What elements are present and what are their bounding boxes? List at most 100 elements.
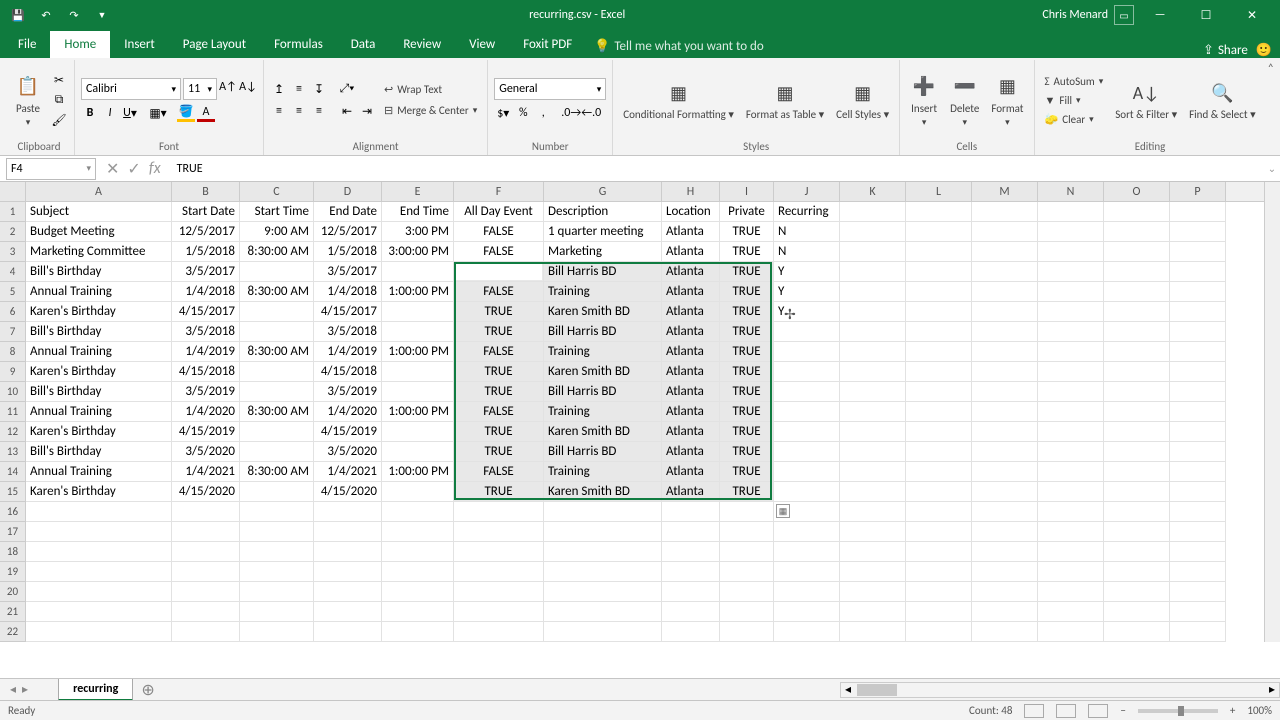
cell[interactable] bbox=[314, 602, 382, 622]
cell[interactable]: Subject bbox=[26, 202, 172, 222]
cell[interactable]: 1/4/2021 bbox=[314, 462, 382, 482]
cell[interactable]: TRUE bbox=[454, 262, 544, 282]
cell[interactable]: 8:30:00 AM bbox=[240, 282, 314, 302]
bold-icon[interactable]: B bbox=[81, 104, 99, 122]
collapse-ribbon-icon[interactable]: ˄ bbox=[1268, 62, 1274, 76]
row-head[interactable]: 5 bbox=[0, 282, 26, 302]
merge-center-button[interactable]: ⊟ Merge & Center ▾ bbox=[380, 102, 481, 119]
cell[interactable]: Atlanta bbox=[662, 482, 720, 502]
cell[interactable] bbox=[172, 502, 240, 522]
cancel-formula-icon[interactable]: ✕ bbox=[106, 159, 119, 179]
tell-me[interactable]: 💡 Tell me what you want to do bbox=[586, 35, 772, 58]
cell[interactable] bbox=[1170, 342, 1226, 362]
cell[interactable] bbox=[1038, 242, 1104, 262]
worksheet-grid[interactable]: ABCDEFGHIJKLMNOP 1SubjectStart DateStart… bbox=[0, 182, 1280, 682]
cell[interactable]: Description bbox=[544, 202, 662, 222]
tab-insert[interactable]: Insert bbox=[110, 31, 169, 58]
cell[interactable] bbox=[544, 562, 662, 582]
cell[interactable]: 8:30:00 AM bbox=[240, 402, 314, 422]
cell[interactable] bbox=[774, 382, 840, 402]
cell[interactable] bbox=[382, 502, 454, 522]
cell[interactable] bbox=[382, 382, 454, 402]
cell[interactable]: 1/4/2020 bbox=[314, 402, 382, 422]
align-top-icon[interactable]: ↥ bbox=[270, 80, 288, 98]
cell[interactable] bbox=[240, 302, 314, 322]
tab-review[interactable]: Review bbox=[389, 31, 455, 58]
cell[interactable] bbox=[1038, 502, 1104, 522]
expand-formula-bar-icon[interactable]: ⌄ bbox=[1264, 162, 1280, 175]
decrease-decimal-icon[interactable]: ←.0 bbox=[582, 104, 600, 122]
cell[interactable]: Atlanta bbox=[662, 402, 720, 422]
cell[interactable] bbox=[774, 562, 840, 582]
col-head-A[interactable]: A bbox=[26, 182, 172, 201]
cell[interactable] bbox=[906, 582, 972, 602]
cell[interactable]: 1/4/2020 bbox=[172, 402, 240, 422]
horizontal-scrollbar[interactable]: ◂▸ bbox=[840, 682, 1280, 698]
cell[interactable]: FALSE bbox=[454, 402, 544, 422]
cell[interactable]: TRUE bbox=[720, 342, 774, 362]
cell[interactable]: Bill's Birthday bbox=[26, 382, 172, 402]
cell[interactable] bbox=[454, 602, 544, 622]
cell[interactable]: Marketing bbox=[544, 242, 662, 262]
cell[interactable] bbox=[382, 622, 454, 642]
col-head-D[interactable]: D bbox=[314, 182, 382, 201]
decrease-indent-icon[interactable]: ⇤ bbox=[338, 102, 356, 120]
cell[interactable] bbox=[172, 602, 240, 622]
cell[interactable] bbox=[840, 362, 906, 382]
cell[interactable]: Karen's Birthday bbox=[26, 302, 172, 322]
cell[interactable]: TRUE bbox=[454, 422, 544, 442]
cell[interactable]: Karen's Birthday bbox=[26, 362, 172, 382]
cell[interactable]: TRUE bbox=[720, 282, 774, 302]
cell[interactable] bbox=[972, 442, 1038, 462]
cell[interactable] bbox=[840, 202, 906, 222]
cell[interactable] bbox=[906, 502, 972, 522]
cell[interactable] bbox=[1104, 602, 1170, 622]
cell[interactable] bbox=[720, 502, 774, 522]
cell[interactable] bbox=[1038, 322, 1104, 342]
cell[interactable] bbox=[382, 422, 454, 442]
cell[interactable] bbox=[774, 322, 840, 342]
cell[interactable]: 4/15/2017 bbox=[314, 302, 382, 322]
cell[interactable]: TRUE bbox=[454, 362, 544, 382]
cell[interactable]: TRUE bbox=[720, 382, 774, 402]
cell[interactable] bbox=[172, 522, 240, 542]
cell[interactable] bbox=[774, 482, 840, 502]
sheet-last-icon[interactable]: ▸ bbox=[22, 682, 28, 697]
cell[interactable] bbox=[1038, 622, 1104, 642]
cell[interactable] bbox=[26, 622, 172, 642]
cell[interactable] bbox=[840, 582, 906, 602]
tab-view[interactable]: View bbox=[455, 31, 509, 58]
cell[interactable]: Bill Harris BD bbox=[544, 442, 662, 462]
cell[interactable]: 9:00 AM bbox=[240, 222, 314, 242]
cell[interactable] bbox=[1170, 202, 1226, 222]
cell[interactable] bbox=[662, 622, 720, 642]
cell[interactable] bbox=[26, 522, 172, 542]
cell[interactable]: Bill's Birthday bbox=[26, 262, 172, 282]
cell[interactable]: End Time bbox=[382, 202, 454, 222]
cell[interactable] bbox=[240, 262, 314, 282]
cell[interactable] bbox=[1104, 382, 1170, 402]
cell[interactable] bbox=[454, 562, 544, 582]
cut-icon[interactable]: ✂ bbox=[50, 71, 68, 89]
row-head[interactable]: 15 bbox=[0, 482, 26, 502]
row-head[interactable]: 8 bbox=[0, 342, 26, 362]
italic-icon[interactable]: I bbox=[101, 104, 119, 122]
cell[interactable]: TRUE bbox=[720, 442, 774, 462]
cell[interactable]: Marketing Committee bbox=[26, 242, 172, 262]
row-head[interactable]: 7 bbox=[0, 322, 26, 342]
cell[interactable]: TRUE bbox=[720, 322, 774, 342]
cell[interactable] bbox=[240, 422, 314, 442]
cell[interactable] bbox=[774, 542, 840, 562]
cell[interactable]: Atlanta bbox=[662, 362, 720, 382]
cell[interactable] bbox=[1038, 602, 1104, 622]
cell[interactable]: Training bbox=[544, 282, 662, 302]
align-right-icon[interactable]: ≡ bbox=[310, 102, 328, 120]
cell[interactable] bbox=[774, 522, 840, 542]
cell[interactable]: 1:00:00 PM bbox=[382, 342, 454, 362]
cell[interactable] bbox=[774, 582, 840, 602]
cell[interactable]: 4/15/2019 bbox=[172, 422, 240, 442]
cell[interactable] bbox=[382, 542, 454, 562]
cell[interactable] bbox=[972, 522, 1038, 542]
col-head-H[interactable]: H bbox=[662, 182, 720, 201]
cell[interactable] bbox=[972, 322, 1038, 342]
